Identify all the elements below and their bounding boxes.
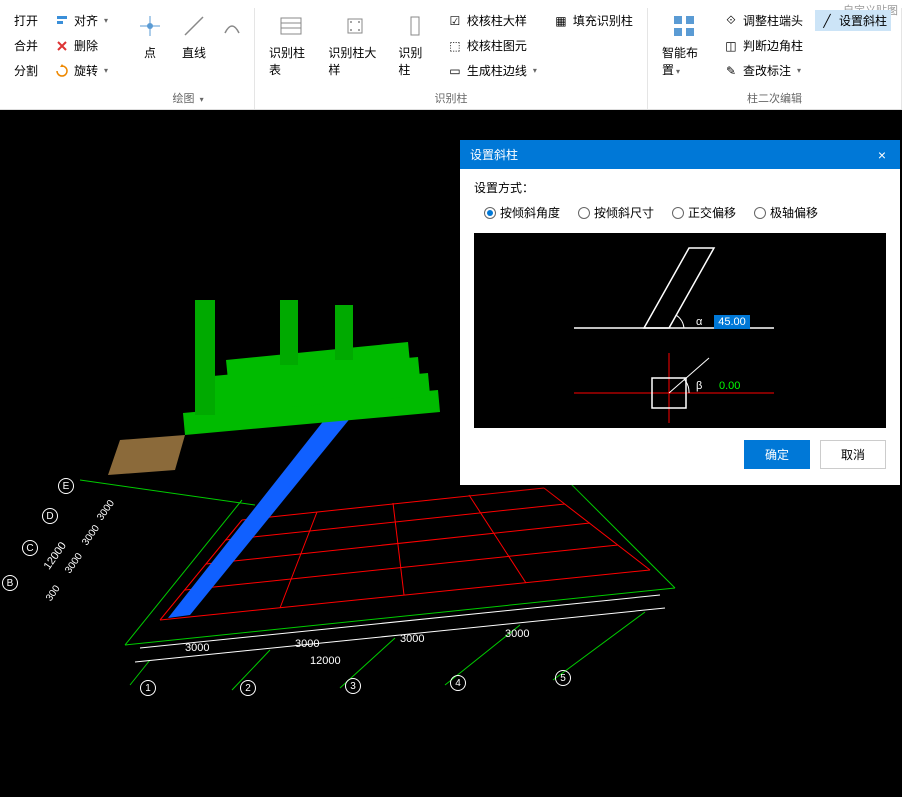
arc-icon (218, 12, 246, 40)
judge-corner-button[interactable]: ◫ 判断边角柱 (719, 35, 807, 56)
corner-icon: ◫ (723, 38, 739, 54)
dim-total-x: 12000 (310, 655, 341, 667)
method-label: 设置方式： (474, 179, 886, 196)
dialog-title-text: 设置斜柱 (470, 146, 518, 163)
dialog-titlebar[interactable]: 设置斜柱 × (460, 140, 900, 169)
annotation-icon: ✎ (723, 63, 739, 79)
line-tool[interactable]: 直线 (172, 8, 216, 65)
border-icon: ▭ (447, 63, 463, 79)
set-slant-dialog: 设置斜柱 × 设置方式： 按倾斜角度 按倾斜尺寸 正交偏移 极轴偏移 (460, 140, 900, 485)
radio-icon (578, 207, 590, 219)
alpha-input[interactable] (714, 315, 750, 329)
point-icon (136, 12, 164, 40)
adjust-icon: ⟐ (723, 13, 739, 29)
identify-col-table-button[interactable]: 识别柱表 (261, 8, 320, 82)
open-button[interactable]: 打开 (10, 10, 42, 31)
layout-icon (670, 12, 698, 40)
svg-text:α: α (696, 316, 703, 328)
identify-col-button[interactable]: 识别柱 (390, 8, 438, 82)
align-icon (54, 13, 70, 29)
rotate-button[interactable]: 旋转▾ (50, 60, 112, 81)
rotate-icon (54, 63, 70, 79)
graphic-icon: ⬚ (447, 38, 463, 54)
identify-group-label: 识别柱 (261, 87, 641, 109)
preview-box: α β 0.00 (474, 233, 886, 428)
point-tool[interactable]: 点 (128, 8, 172, 65)
radio-polar-offset[interactable]: 极轴偏移 (754, 204, 818, 221)
check-graphic-button[interactable]: ⬚ 校核柱图元 (443, 35, 541, 56)
identify-col-detail-button[interactable]: 识别柱大样 (320, 8, 390, 82)
close-icon[interactable]: × (874, 147, 890, 163)
axis-bubble-3: 3 (345, 678, 361, 694)
gen-border-button[interactable]: ▭ 生成柱边线▾ (443, 60, 541, 81)
axis-bubble-c: C (22, 540, 38, 556)
radio-by-size[interactable]: 按倾斜尺寸 (578, 204, 654, 221)
radio-icon (672, 207, 684, 219)
radio-ortho-offset[interactable]: 正交偏移 (672, 204, 736, 221)
detail-icon (341, 12, 369, 40)
review-annotation-button[interactable]: ✎ 查改标注▾ (719, 60, 807, 81)
cancel-button[interactable]: 取消 (820, 440, 886, 469)
fill-icon: ▦ (553, 13, 569, 29)
axis-bubble-1: 1 (140, 680, 156, 696)
beta-value: 0.00 (719, 380, 740, 392)
axis-bubble-2: 2 (240, 680, 256, 696)
line-icon (180, 12, 208, 40)
axis-bubble-5: 5 (555, 670, 571, 686)
check-detail-button[interactable]: ☑ 校核柱大样 (443, 10, 541, 31)
axis-bubble-4: 4 (450, 675, 466, 691)
dim-x-4: 3000 (505, 628, 529, 640)
merge-button[interactable]: 合并 (10, 35, 42, 56)
ribbon-toolbar: 打开 合并 分割 对齐▾ 删除 旋转▾ (0, 0, 902, 110)
svg-text:β: β (696, 380, 702, 392)
method-radio-group: 按倾斜角度 按倾斜尺寸 正交偏移 极轴偏移 (474, 204, 886, 221)
radio-by-angle[interactable]: 按倾斜角度 (484, 204, 560, 221)
set-slant-button[interactable]: ╱ 设置斜柱 (815, 10, 891, 31)
dim-x-2: 3000 (295, 638, 319, 650)
align-button[interactable]: 对齐▾ (50, 10, 112, 31)
axis-bubble-d: D (42, 508, 58, 524)
arc-tool[interactable] (216, 8, 248, 62)
dim-x-1: 3000 (185, 642, 209, 654)
adjust-end-button[interactable]: ⟐ 调整柱端头 (719, 10, 807, 31)
secondary-group-label: 柱二次编辑 (654, 87, 895, 109)
draw-group-label: 绘图 ▾ (128, 87, 248, 109)
ok-button[interactable]: 确定 (744, 440, 810, 469)
radio-icon (484, 207, 496, 219)
axis-bubble-b: B (2, 575, 18, 591)
dim-x-3: 3000 (400, 633, 424, 645)
split-button[interactable]: 分割 (10, 60, 42, 81)
delete-button[interactable]: 删除 (50, 35, 112, 56)
column-icon (401, 12, 429, 40)
table-icon (277, 12, 305, 40)
slant-icon: ╱ (819, 13, 835, 29)
fill-identify-button[interactable]: ▦ 填充识别柱 (549, 10, 637, 31)
radio-icon (754, 207, 766, 219)
check-icon: ☑ (447, 13, 463, 29)
axis-bubble-e: E (58, 478, 74, 494)
smart-layout-button[interactable]: 智能布置▾ (654, 8, 715, 82)
delete-icon (54, 38, 70, 54)
